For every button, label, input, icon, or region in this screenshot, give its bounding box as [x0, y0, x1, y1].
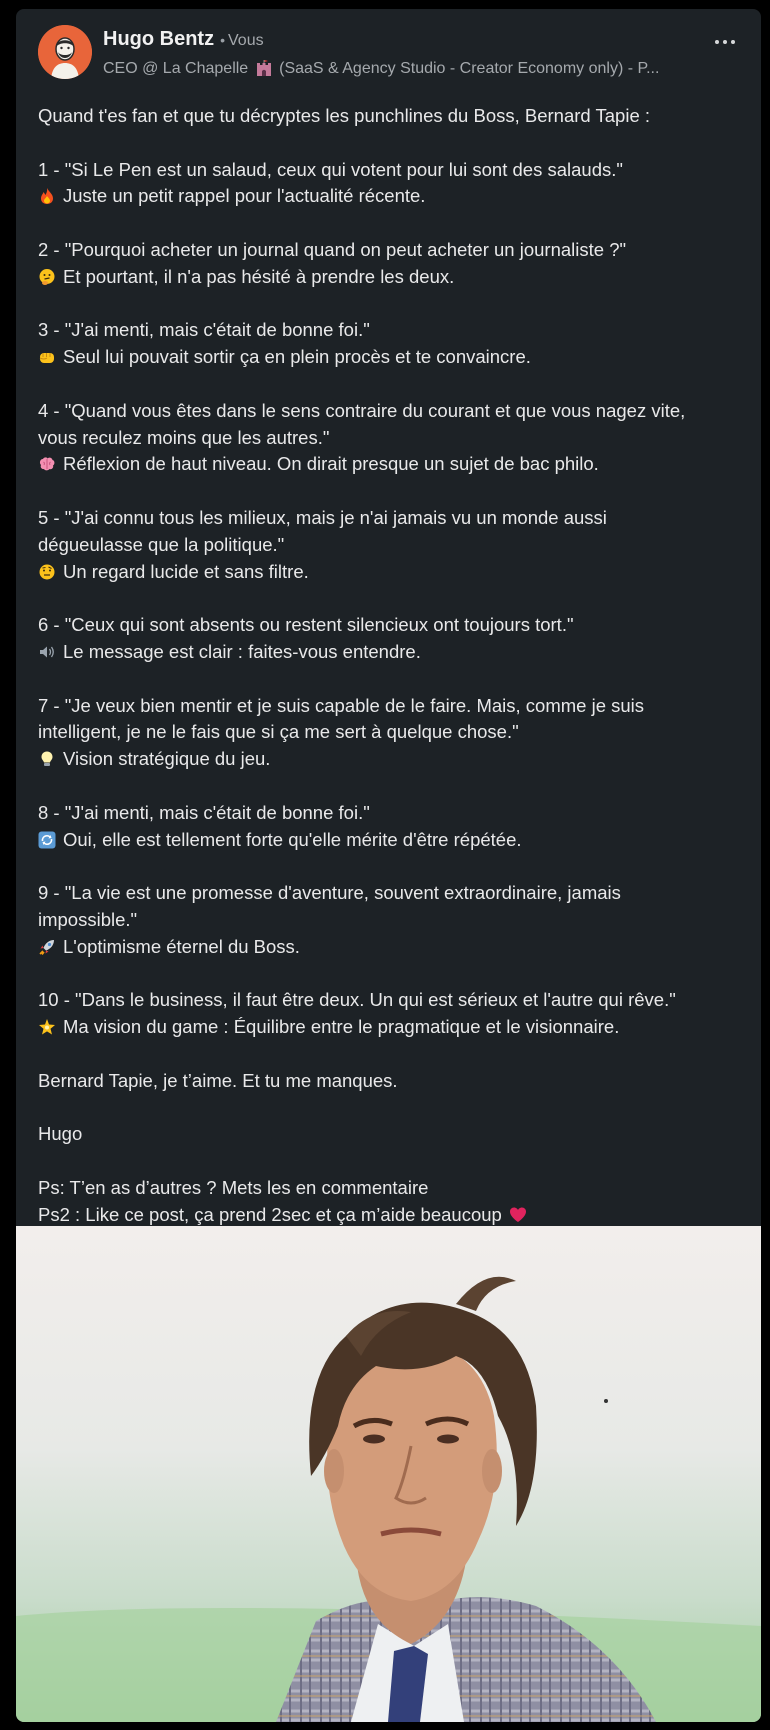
quote-item: 7 - "Je veux bien mentir et je suis capa…	[38, 693, 748, 773]
quote-text: 1 - "Si Le Pen est un salaud, ceux qui v…	[38, 158, 623, 180]
quote-item: 3 - "J'ai menti, mais c'était de bonne f…	[38, 317, 748, 371]
quote-comment: Réflexion de haut niveau. On dirait pres…	[63, 453, 599, 475]
castle-icon	[256, 60, 271, 76]
portrait-image	[16, 1226, 761, 1722]
quote-comment-line: Seul lui pouvait sortir ça en plein proc…	[38, 344, 748, 371]
author-name[interactable]: Hugo Bentz	[103, 28, 214, 50]
glowing-star-icon	[39, 1019, 55, 1035]
fire-icon	[41, 188, 53, 205]
quote-item: 4 - "Quand vous êtes dans le sens contra…	[38, 398, 748, 478]
ps2-line: Ps2 : Like ce post, ça prend 2sec et ça …	[38, 1202, 748, 1229]
quote-comment: Seul lui pouvait sortir ça en plein proc…	[63, 346, 531, 368]
author-headline: CEO @ La Chapelle (SaaS & Agency Studio …	[103, 60, 698, 78]
quote-text: impossible."	[38, 908, 138, 930]
quote-text: vous reculez moins que les autres."	[38, 426, 330, 448]
quote-comment-line: Juste un petit rappel pour l'actualité r…	[38, 183, 748, 210]
speaker-icon	[40, 646, 54, 658]
quote-item: 10 - "Dans le business, il faut être deu…	[38, 987, 748, 1041]
post-intro-paragraph: Quand t'es fan et que tu décryptes les p…	[38, 103, 748, 130]
name-separator: •	[220, 32, 225, 48]
quote-item: 2 - "Pourquoi acheter un journal quand o…	[38, 237, 748, 291]
you-badge: Vous	[228, 32, 264, 49]
quote-text: 4 - "Quand vous êtes dans le sens contra…	[38, 399, 686, 421]
quote-item: 1 - "Si Le Pen est un salaud, ceux qui v…	[38, 157, 748, 211]
repeat-arrows-icon	[38, 831, 56, 849]
brain-icon	[39, 457, 55, 471]
ps-paragraph: Ps: T’en as d’autres ? Mets les en comme…	[38, 1175, 748, 1229]
quote-comment: Juste un petit rappel pour l'actualité r…	[63, 185, 426, 207]
quote-text: dégueulasse que la politique."	[38, 533, 285, 555]
quote-text: 6 - "Ceux qui sont absents ou restent si…	[38, 614, 574, 636]
lightbulb-icon	[41, 751, 53, 767]
quote-item: 5 - "J'ai connu tous les milieux, mais j…	[38, 505, 748, 585]
rocket-icon	[39, 939, 54, 955]
quote-text: 7 - "Je veux bien mentir et je suis capa…	[38, 694, 645, 716]
quote-comment-line: Ma vision du game : Équilibre entre le p…	[38, 1014, 748, 1041]
post-text: Quand t'es fan et que tu décryptes les p…	[38, 103, 748, 1228]
closing-line: Bernard Tapie, je t’aime. Et tu me manqu…	[38, 1069, 398, 1091]
quote-text: intelligent, je ne le fais que si ça me …	[38, 721, 519, 743]
fist-icon	[39, 353, 54, 364]
headline-suffix: (SaaS & Agency Studio - Creator Economy …	[279, 60, 660, 77]
post-header: Hugo Bentz • Vous CEO @ La Chapelle (SaaS …	[16, 9, 761, 89]
quote-comment: Et pourtant, il n'a pas hésité à prendre…	[63, 265, 455, 287]
quote-comment: Oui, elle est tellement forte qu'elle mé…	[63, 828, 522, 850]
quote-comment-line: Vision stratégique du jeu.	[38, 746, 748, 773]
red-heart-icon	[509, 1207, 526, 1222]
quote-text: 9 - "La vie est une promesse d'aventure,…	[38, 882, 621, 904]
quote-comment-line: Réflexion de haut niveau. On dirait pres…	[38, 451, 748, 478]
quote-comment-line: Un regard lucide et sans filtre.	[38, 559, 748, 586]
signature-paragraph: Hugo	[38, 1121, 748, 1148]
quote-comment: Ma vision du game : Équilibre entre le p…	[63, 1016, 620, 1038]
ps2-text: Ps2 : Like ce post, ça prend 2sec et ça …	[38, 1203, 502, 1225]
quote-item: 8 - "J'ai menti, mais c'était de bonne f…	[38, 800, 748, 854]
post-intro: Quand t'es fan et que tu décryptes les p…	[38, 105, 651, 126]
quote-text: 8 - "J'ai menti, mais c'était de bonne f…	[38, 801, 370, 823]
quote-comment: Vision stratégique du jeu.	[63, 748, 271, 770]
quote-item: 6 - "Ceux qui sont absents ou restent si…	[38, 612, 748, 666]
headline-prefix: CEO @ La Chapelle	[103, 60, 249, 77]
more-options-button[interactable]	[708, 31, 742, 53]
ps-line: Ps: T’en as d’autres ? Mets les en comme…	[38, 1176, 429, 1198]
post-card: Hugo Bentz • Vous CEO @ La Chapelle (SaaS …	[16, 9, 761, 1722]
more-dot-icon	[723, 40, 727, 44]
raised-eyebrow-face-icon	[39, 564, 55, 580]
quote-comment-line: Oui, elle est tellement forte qu'elle mé…	[38, 827, 748, 854]
quote-comment: L'optimisme éternel du Boss.	[63, 935, 300, 957]
quote-item: 9 - "La vie est une promesse d'aventure,…	[38, 880, 748, 960]
thinking-face-icon	[39, 268, 55, 285]
quote-comment: Le message est clair : faites-vous enten…	[63, 640, 421, 662]
quote-comment-line: Et pourtant, il n'a pas hésité à prendre…	[38, 264, 748, 291]
quote-comment-line: L'optimisme éternel du Boss.	[38, 934, 748, 961]
signature: Hugo	[38, 1123, 83, 1145]
quote-text: 5 - "J'ai connu tous les milieux, mais j…	[38, 506, 607, 528]
more-dot-icon	[731, 40, 735, 44]
quote-text: 3 - "J'ai menti, mais c'était de bonne f…	[38, 319, 370, 341]
quote-comment-line: Le message est clair : faites-vous enten…	[38, 639, 748, 666]
author-avatar[interactable]	[38, 25, 92, 79]
post-photo[interactable]	[16, 1226, 761, 1722]
quote-text: 2 - "Pourquoi acheter un journal quand o…	[38, 238, 627, 260]
closing-paragraph: Bernard Tapie, je t’aime. Et tu me manqu…	[38, 1068, 748, 1095]
quote-text: 10 - "Dans le business, il faut être deu…	[38, 989, 676, 1011]
author-name-line: Hugo Bentz • Vous	[103, 28, 264, 51]
quote-comment: Un regard lucide et sans filtre.	[63, 560, 309, 582]
more-dot-icon	[715, 40, 719, 44]
